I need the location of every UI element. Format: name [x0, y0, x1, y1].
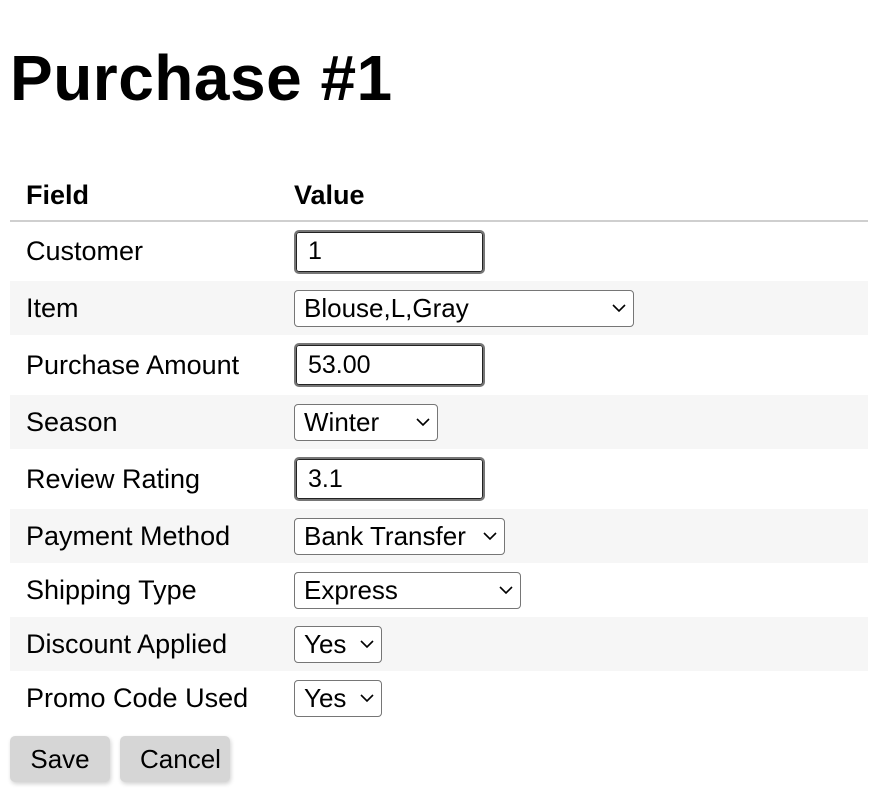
- shipping-type-select[interactable]: Express: [294, 571, 521, 609]
- customer-row: Customer: [10, 221, 868, 281]
- chevron-down-icon: [499, 586, 513, 595]
- season-select-value: Winter: [304, 406, 380, 437]
- item-select[interactable]: Blouse,L,Gray: [294, 289, 634, 327]
- purchase-page: Purchase #1 Field Value Customer Item: [0, 0, 888, 800]
- value-column-header: Value: [274, 170, 868, 222]
- chevron-down-icon: [360, 640, 374, 649]
- discount-applied-row: Discount Applied Yes: [10, 617, 868, 671]
- discount-applied-label: Discount Applied: [26, 628, 228, 659]
- chevron-down-icon: [360, 694, 374, 703]
- season-label: Season: [26, 406, 118, 437]
- payment-method-label: Payment Method: [26, 520, 231, 551]
- customer-input[interactable]: [294, 229, 485, 274]
- payment-method-row: Payment Method Bank Transfer: [10, 509, 868, 563]
- form-actions: Save Cancel: [10, 736, 230, 782]
- customer-label: Customer: [26, 236, 144, 266]
- payment-method-select-value: Bank Transfer: [304, 520, 466, 551]
- page-title: Purchase #1: [10, 42, 393, 114]
- promo-code-used-select-value: Yes: [304, 682, 347, 713]
- shipping-type-label: Shipping Type: [26, 574, 197, 605]
- shipping-type-row: Shipping Type Express: [10, 563, 868, 617]
- promo-code-used-select[interactable]: Yes: [294, 679, 382, 717]
- item-row: Item Blouse,L,Gray: [10, 281, 868, 335]
- save-button[interactable]: Save: [10, 736, 110, 782]
- discount-applied-select[interactable]: Yes: [294, 625, 382, 663]
- field-column-header: Field: [10, 170, 274, 222]
- promo-code-used-row: Promo Code Used Yes: [10, 671, 868, 725]
- item-select-value: Blouse,L,Gray: [304, 292, 469, 323]
- chevron-down-icon: [612, 304, 626, 313]
- season-select[interactable]: Winter: [294, 403, 438, 441]
- discount-applied-select-value: Yes: [304, 628, 347, 659]
- payment-method-select[interactable]: Bank Transfer: [294, 517, 505, 555]
- purchase-form-table: Field Value Customer Item Blouse,L,Gray: [10, 170, 868, 725]
- table-header-row: Field Value: [10, 170, 868, 222]
- review-rating-input[interactable]: [294, 457, 485, 501]
- promo-code-used-label: Promo Code Used: [26, 682, 249, 713]
- item-label: Item: [26, 292, 79, 323]
- chevron-down-icon: [416, 418, 430, 427]
- chevron-down-icon: [483, 532, 497, 541]
- season-row: Season Winter: [10, 395, 868, 449]
- review-rating-row: Review Rating: [10, 449, 868, 509]
- review-rating-label: Review Rating: [26, 463, 201, 494]
- shipping-type-select-value: Express: [304, 574, 398, 605]
- purchase-amount-label: Purchase Amount: [26, 349, 240, 380]
- purchase-amount-input[interactable]: [294, 343, 485, 387]
- cancel-button[interactable]: Cancel: [120, 736, 230, 782]
- purchase-amount-row: Purchase Amount: [10, 335, 868, 395]
